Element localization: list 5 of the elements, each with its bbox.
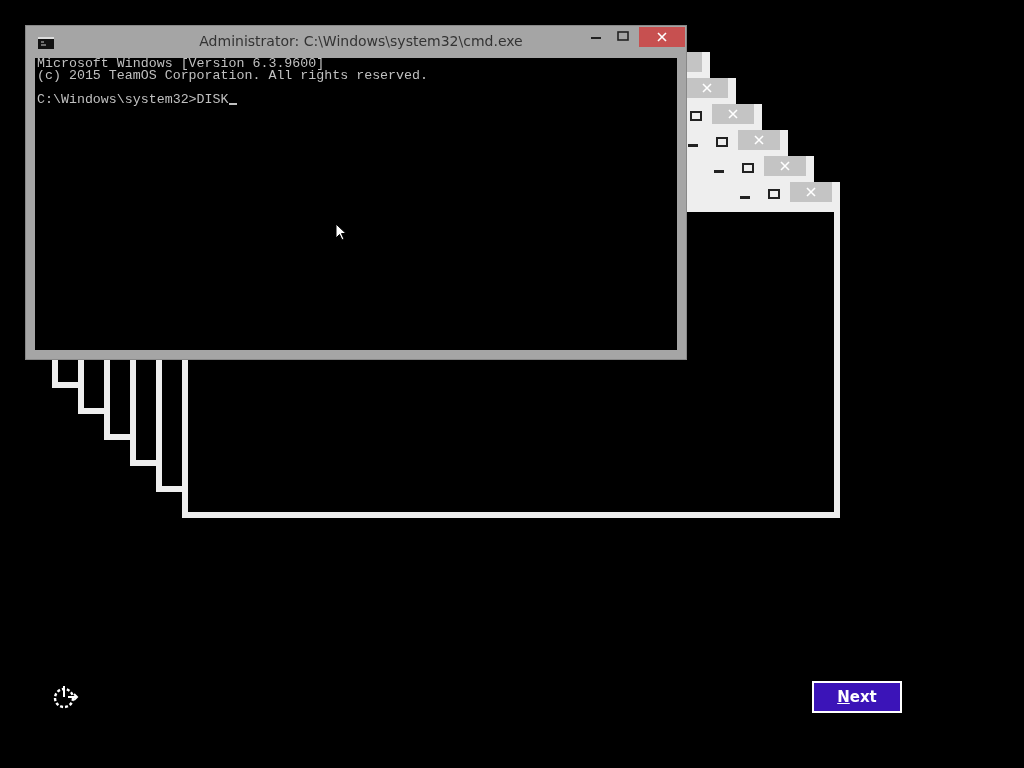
console-line: (c) 2015 TeamOS Corporation. All rights reserved.: [37, 70, 429, 82]
console-line: Microsoft Windows [Version 6.3.9600]: [37, 58, 325, 70]
command-prompt: C:\Windows\system32>DISK: [37, 94, 229, 106]
next-button[interactable]: Next: [812, 681, 902, 713]
window-title: Administrator: C:\Windows\system32\cmd.exe: [198, 33, 523, 49]
